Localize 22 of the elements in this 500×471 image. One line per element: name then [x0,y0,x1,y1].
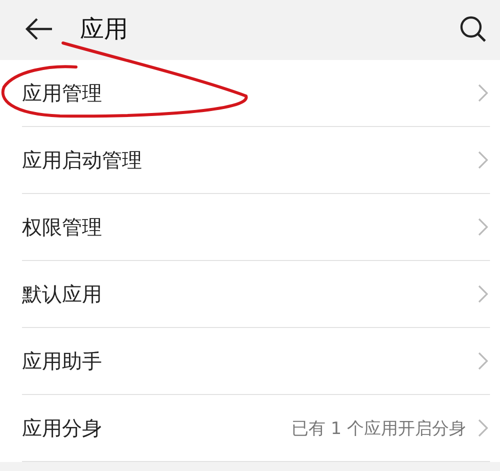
item-label: 应用启动管理 [22,146,143,174]
settings-item[interactable]: 权限管理 [22,194,490,261]
chevron-icon [478,352,488,370]
settings-item[interactable]: 应用启动管理 [22,127,490,194]
chevron-icon [478,218,488,236]
back-icon[interactable] [25,17,53,41]
search-icon[interactable] [459,15,487,43]
chevron-icon [478,84,488,102]
chevron-icon [478,285,488,303]
settings-item[interactable]: 应用管理 [22,60,490,127]
item-label: 应用管理 [22,80,103,106]
item-value: 已有 1 个应用开启分身 [291,418,466,440]
settings-item[interactable]: 应用助手 [22,328,490,395]
chevron-icon [478,419,488,437]
item-label: 应用助手 [22,348,103,374]
item-label: 权限管理 [22,214,103,240]
chevron-icon [478,151,488,169]
settings-item[interactable]: 默认应用 [22,261,490,328]
item-label: 默认应用 [22,280,103,308]
settings-item[interactable]: 应用分身 已有 1 个应用开启分身 [22,395,490,462]
page-title: 应用 [80,14,129,45]
item-label: 应用分身 [22,414,103,442]
